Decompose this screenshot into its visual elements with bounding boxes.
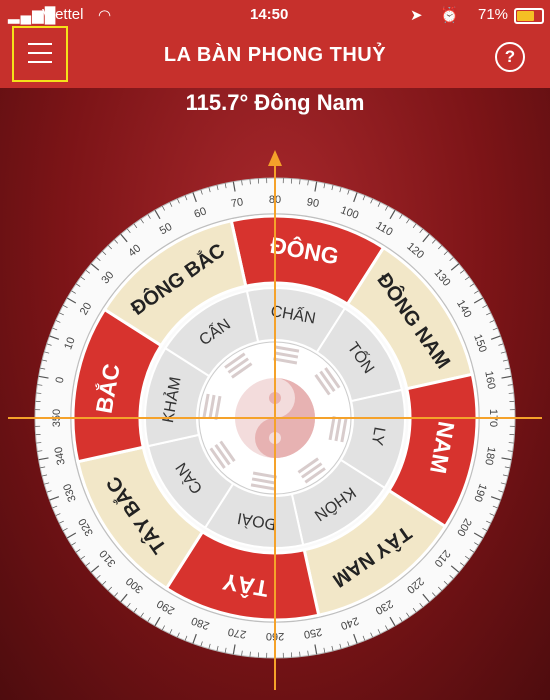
compass: 0102030405060708090100110120130140150160… [8, 150, 542, 690]
degree-label: 70 [230, 196, 244, 210]
heading-arrow-icon [268, 150, 282, 166]
trigram-label: LY [368, 426, 388, 447]
degree-label: 90 [306, 196, 320, 210]
